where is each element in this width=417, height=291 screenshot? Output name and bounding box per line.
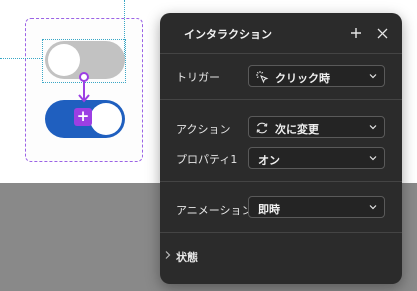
chevron-right-icon <box>165 251 171 259</box>
divider <box>160 232 402 233</box>
chevron-down-icon <box>369 156 377 161</box>
divider <box>160 181 402 182</box>
click-sparkle-icon <box>256 71 269 84</box>
divider <box>160 53 402 54</box>
state-section-toggle[interactable]: 状態 <box>160 245 402 267</box>
trigger-label: トリガー <box>176 71 220 84</box>
animation-label: アニメーション <box>176 204 253 217</box>
property-value: オン <box>258 154 280 167</box>
refresh-icon <box>256 122 268 134</box>
panel-header: インタラクション <box>160 13 402 53</box>
action-dropdown[interactable]: 次に変更 <box>248 116 385 138</box>
close-icon <box>377 28 387 38</box>
trigger-value: クリック時 <box>275 72 330 85</box>
add-button[interactable] <box>346 23 366 43</box>
panel-title: インタラクション <box>184 28 272 41</box>
property-label: プロパティ1 <box>176 153 238 166</box>
chevron-down-icon <box>369 74 377 79</box>
property-dropdown[interactable]: オン <box>248 147 385 169</box>
add-interaction-icon[interactable]: + <box>74 108 92 126</box>
close-button[interactable] <box>372 23 392 43</box>
interaction-connector-icon[interactable] <box>75 72 95 110</box>
action-label: アクション <box>176 123 231 136</box>
chevron-down-icon <box>369 205 377 210</box>
plus-icon <box>351 28 361 38</box>
action-value: 次に変更 <box>275 123 319 136</box>
state-section-label: 状態 <box>176 251 198 264</box>
trigger-dropdown[interactable]: クリック時 <box>248 65 385 87</box>
horizontal-guide <box>0 58 42 59</box>
animation-dropdown[interactable]: 即時 <box>248 196 385 218</box>
divider <box>160 99 402 100</box>
animation-value: 即時 <box>258 203 280 216</box>
interaction-panel: インタラクション トリガー クリック時 アクション 次に変更 プロパティ1 オン… <box>160 13 402 284</box>
chevron-down-icon <box>369 125 377 130</box>
